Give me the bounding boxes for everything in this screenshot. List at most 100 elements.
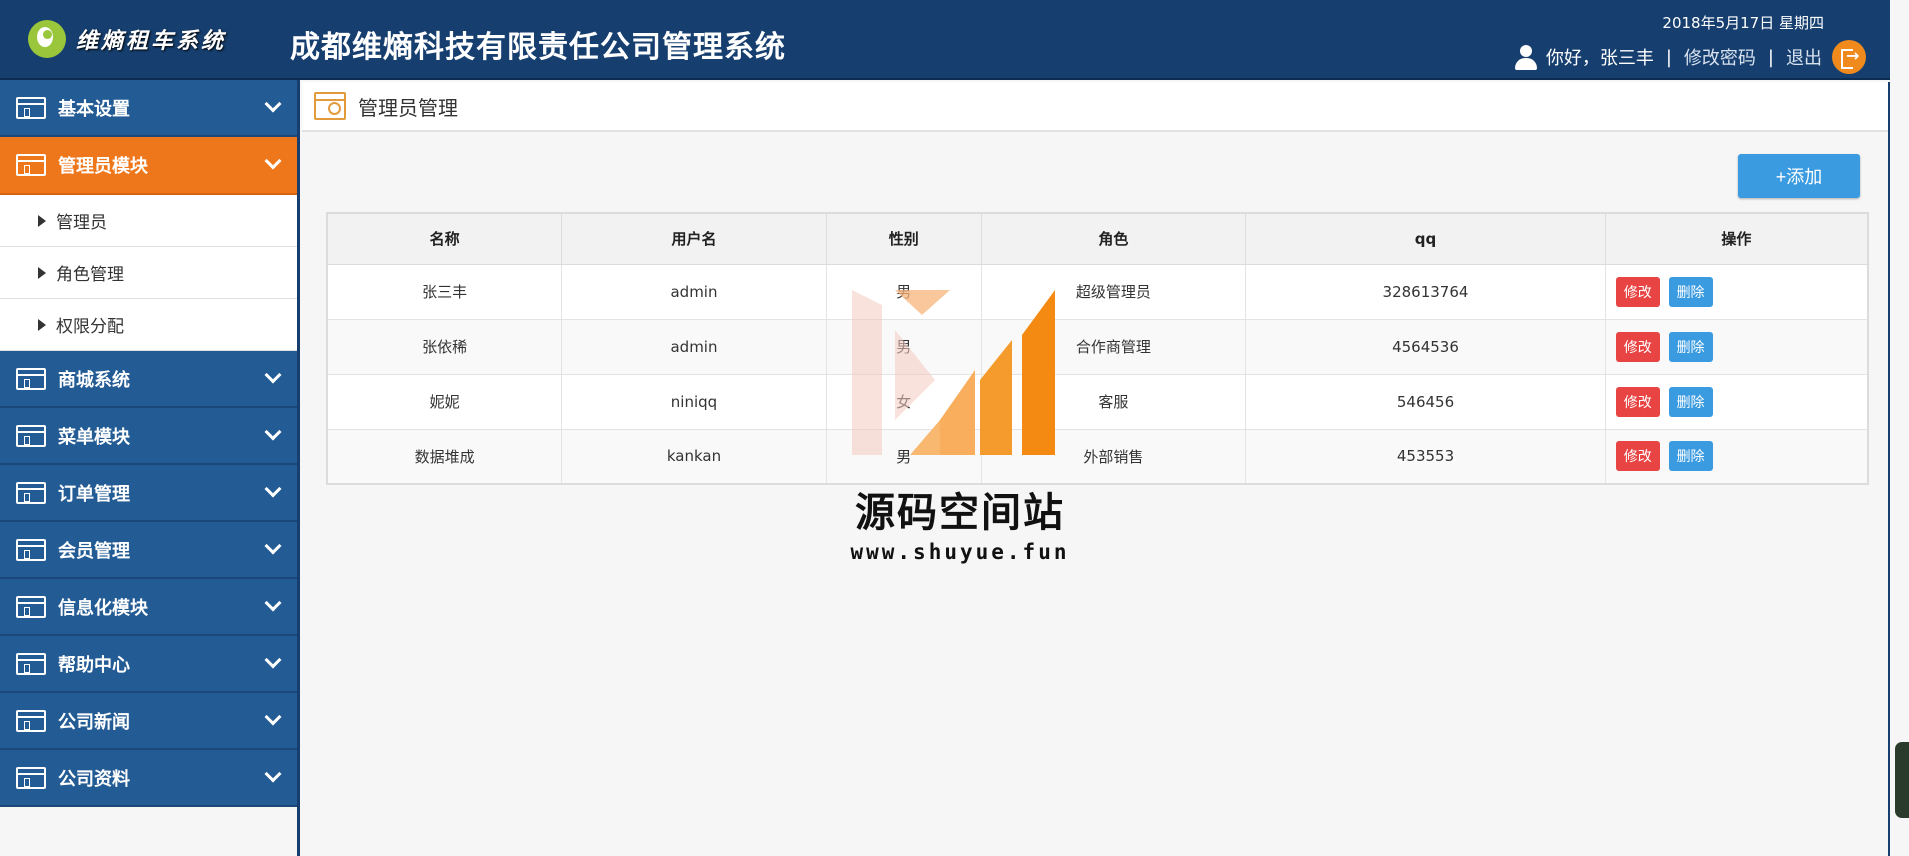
- page-title: 管理员管理: [358, 95, 458, 120]
- cell-username: kankan: [561, 429, 827, 485]
- window-icon: [16, 424, 46, 447]
- menu-mall-system[interactable]: 商城系统: [0, 351, 297, 408]
- table-row: 张依稀 admin 男 合作商管理 4564536 修改 删除: [327, 319, 1869, 375]
- cell-username: admin: [561, 264, 827, 320]
- cell-name: 数据堆成: [327, 429, 563, 485]
- menu-label: 基本设置: [58, 98, 130, 120]
- cell-actions: 修改 删除: [1605, 264, 1869, 320]
- menu-member-management[interactable]: 会员管理: [0, 522, 297, 579]
- menu-label: 会员管理: [58, 540, 130, 562]
- table-row: 数据堆成 kankan 男 外部销售 453553 修改 删除: [327, 429, 1869, 485]
- edit-button[interactable]: 修改: [1615, 386, 1660, 417]
- column-header: 角色: [981, 213, 1247, 265]
- current-date: 2018年5月17日 星期四: [1662, 14, 1824, 32]
- cell-username: admin: [561, 319, 827, 375]
- chevron-down-icon: [264, 537, 282, 555]
- chevron-down-icon: [264, 594, 282, 612]
- edit-button[interactable]: 修改: [1615, 331, 1660, 362]
- chevron-down-icon: [264, 423, 282, 441]
- table-header-row: 名称 用户名 性别 角色 qq 操作: [327, 213, 1869, 265]
- table-row: 妮妮 niniqq 女 客服 546456 修改 删除: [327, 374, 1869, 430]
- cell-role: 合作商管理: [981, 319, 1247, 375]
- chevron-down-icon: [264, 765, 282, 783]
- system-title: 成都维熵科技有限责任公司管理系统: [290, 30, 786, 65]
- caret-right-icon: [38, 318, 46, 331]
- caret-right-icon: [38, 266, 46, 279]
- column-header: qq: [1245, 213, 1606, 265]
- cell-actions: 修改 删除: [1605, 319, 1869, 375]
- edit-button[interactable]: 修改: [1615, 276, 1660, 307]
- caret-right-icon: [38, 214, 46, 227]
- submenu-label: 权限分配: [56, 317, 124, 337]
- menu-label: 帮助中心: [58, 654, 130, 676]
- column-header: 操作: [1605, 213, 1869, 265]
- menu-admin-module[interactable]: 管理员模块: [0, 137, 297, 195]
- chevron-down-icon: [264, 366, 282, 384]
- window-icon: [16, 367, 46, 390]
- user-bar: 你好，张三丰 | 修改密码 | 退出: [1512, 40, 1866, 74]
- column-header: 性别: [826, 213, 982, 265]
- user-icon: [1512, 43, 1540, 71]
- cell-actions: 修改 删除: [1605, 374, 1869, 430]
- chevron-down-icon: [264, 651, 282, 669]
- window-icon: [16, 96, 46, 119]
- cell-gender: 男: [826, 319, 982, 375]
- cell-username: niniqq: [561, 374, 827, 430]
- change-password-link[interactable]: 修改密码: [1684, 44, 1756, 70]
- cell-role: 外部销售: [981, 429, 1247, 485]
- menu-label: 公司新闻: [58, 711, 130, 733]
- menu-label: 管理员模块: [58, 156, 148, 177]
- window-icon: [16, 481, 46, 504]
- logo-icon: [28, 20, 66, 58]
- menu-label: 公司资料: [58, 768, 130, 790]
- logout-icon[interactable]: [1832, 40, 1866, 74]
- window-icon: [16, 538, 46, 561]
- submenu-permission[interactable]: 权限分配: [0, 299, 297, 351]
- cell-name: 妮妮: [327, 374, 563, 430]
- window-icon: [16, 595, 46, 618]
- menu-label: 菜单模块: [58, 426, 130, 448]
- menu-company-news[interactable]: 公司新闻: [0, 693, 297, 750]
- cell-actions: 修改 删除: [1605, 429, 1869, 485]
- logo: 维熵租车系统: [28, 20, 226, 58]
- cell-qq: 4564536: [1245, 319, 1606, 375]
- window-icon: [16, 652, 46, 675]
- separator: |: [1665, 46, 1672, 68]
- menu-informatization[interactable]: 信息化模块: [0, 579, 297, 636]
- cell-role: 超级管理员: [981, 264, 1247, 320]
- cell-qq: 546456: [1245, 374, 1606, 430]
- cell-qq: 453553: [1245, 429, 1606, 485]
- menu-order-management[interactable]: 订单管理: [0, 465, 297, 522]
- delete-button[interactable]: 删除: [1668, 441, 1713, 472]
- menu-menu-module[interactable]: 菜单模块: [0, 408, 297, 465]
- chevron-down-icon: [264, 152, 282, 170]
- cell-name: 张三丰: [327, 264, 563, 320]
- column-header: 名称: [327, 213, 563, 265]
- menu-basic-settings[interactable]: 基本设置: [0, 80, 297, 137]
- delete-button[interactable]: 删除: [1668, 276, 1713, 307]
- add-button[interactable]: +添加: [1738, 154, 1860, 198]
- sidebar: 基本设置 管理员模块 管理员 角色管理 权限分配 商城系统 菜单模块 订单管理 …: [0, 80, 300, 856]
- cell-gender: 男: [826, 429, 982, 485]
- logout-link[interactable]: 退出: [1786, 44, 1822, 70]
- greeting: 你好，张三丰: [1545, 48, 1654, 69]
- menu-help-center[interactable]: 帮助中心: [0, 636, 297, 693]
- submenu-role-management[interactable]: 角色管理: [0, 247, 297, 299]
- edit-button[interactable]: 修改: [1615, 441, 1660, 472]
- submenu-admin[interactable]: 管理员: [0, 195, 297, 247]
- submenu-label: 角色管理: [56, 265, 124, 285]
- chevron-down-icon: [264, 708, 282, 726]
- window-icon: [16, 709, 46, 732]
- menu-label: 订单管理: [58, 483, 130, 505]
- column-header: 用户名: [561, 213, 827, 265]
- menu-company-profile[interactable]: 公司资料: [0, 750, 297, 807]
- chevron-down-icon: [264, 95, 282, 113]
- chevron-down-icon: [264, 480, 282, 498]
- scroll-handle[interactable]: [1895, 742, 1909, 818]
- delete-button[interactable]: 删除: [1668, 331, 1713, 362]
- delete-button[interactable]: 删除: [1668, 386, 1713, 417]
- cell-role: 客服: [981, 374, 1247, 430]
- table-row: 张三丰 admin 男 超级管理员 328613764 修改 删除: [327, 264, 1869, 320]
- cell-name: 张依稀: [327, 319, 563, 375]
- search-window-icon: [314, 92, 346, 120]
